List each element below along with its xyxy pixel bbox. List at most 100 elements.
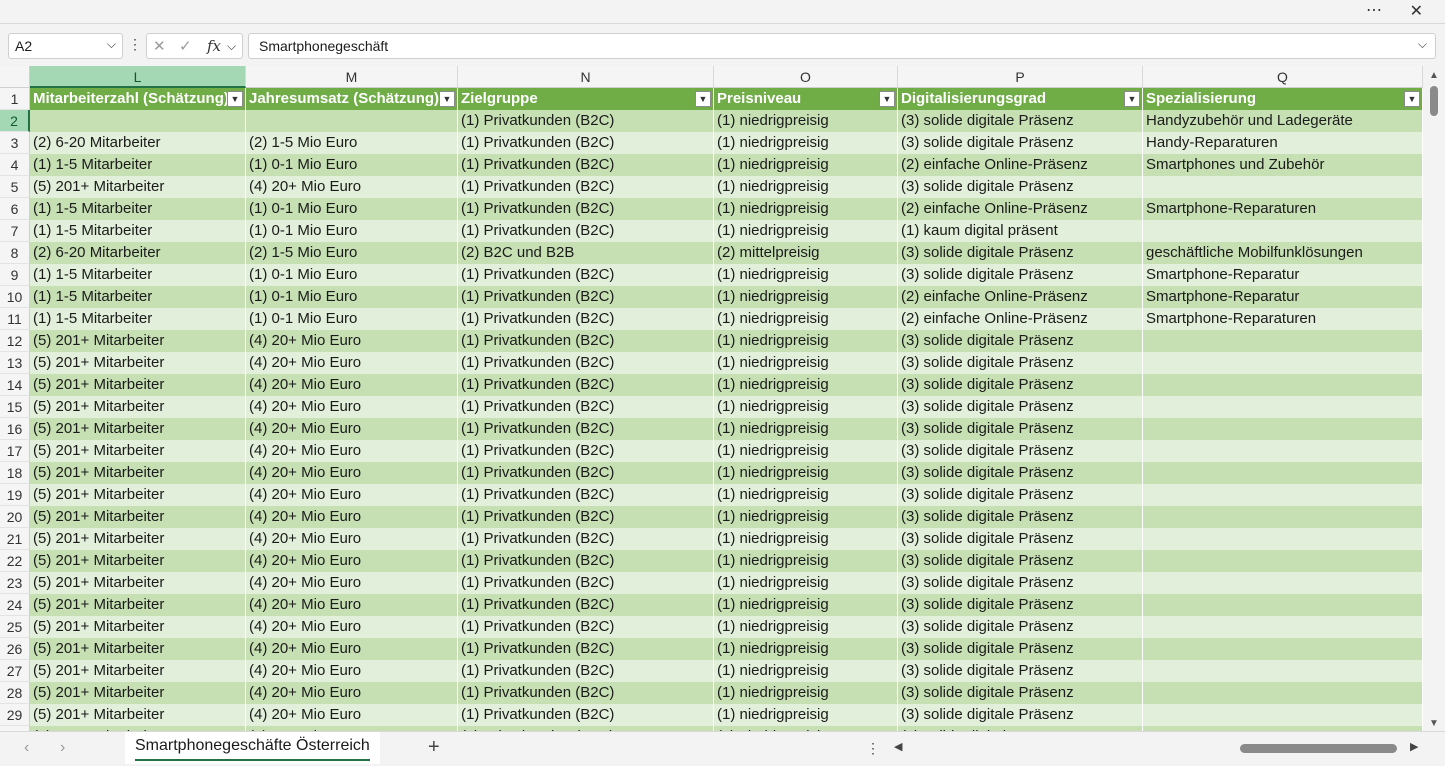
table-cell[interactable]: (1) 1-5 Mitarbeiter [30,198,246,220]
table-cell[interactable]: (5) 201+ Mitarbeiter [30,176,246,198]
table-cell[interactable]: (4) 20+ Mio Euro [246,660,458,682]
table-cell[interactable]: (1) Privatkunden (B2C) [458,462,714,484]
table-cell[interactable]: (2) einfache Online-Präsenz [898,154,1143,176]
filter-dropdown-icon[interactable]: ▼ [879,91,895,107]
select-all-corner[interactable] [0,66,30,88]
chevron-down-icon[interactable]: ⌵ [227,39,236,54]
column-header-q[interactable]: Q [1143,66,1423,88]
row-number[interactable]: 15 [0,396,30,418]
table-cell[interactable]: (1) niedrigpreisig [714,198,898,220]
table-cell[interactable] [1143,550,1423,572]
table-cell[interactable] [1143,528,1423,550]
table-cell[interactable] [1143,374,1423,396]
table-cell[interactable]: Handy-Reparaturen [1143,132,1423,154]
row-number[interactable]: 11 [0,308,30,330]
table-cell[interactable]: (5) 201+ Mitarbeiter [30,572,246,594]
table-cell[interactable]: (1) niedrigpreisig [714,528,898,550]
table-cell[interactable]: (1) Privatkunden (B2C) [458,594,714,616]
table-cell[interactable]: (5) 201+ Mitarbeiter [30,330,246,352]
row-number[interactable]: 14 [0,374,30,396]
table-cell[interactable]: (1) niedrigpreisig [714,352,898,374]
table-cell[interactable]: (1) Privatkunden (B2C) [458,330,714,352]
table-cell[interactable]: (1) Privatkunden (B2C) [458,660,714,682]
table-cell[interactable] [1143,506,1423,528]
row-number[interactable]: 9 [0,264,30,286]
table-cell[interactable]: (1) 1-5 Mitarbeiter [30,220,246,242]
enter-icon[interactable]: ✓ [179,37,192,55]
table-cell[interactable]: (2) B2C und B2B [458,242,714,264]
table-cell[interactable]: Handyzubehör und Ladegeräte [1143,110,1423,132]
column-header-m[interactable]: M [246,66,458,88]
table-cell[interactable]: (1) kaum digital präsent [898,220,1143,242]
table-cell[interactable]: (3) solide digitale Präsenz [898,638,1143,660]
table-cell[interactable]: (1) 0-1 Mio Euro [246,198,458,220]
table-cell[interactable]: (1) niedrigpreisig [714,704,898,726]
table-cell[interactable]: (1) Privatkunden (B2C) [458,704,714,726]
table-cell[interactable] [246,110,458,132]
table-cell[interactable]: (5) 201+ Mitarbeiter [30,352,246,374]
scroll-left-icon[interactable]: ◀ [894,740,902,753]
table-cell[interactable]: (5) 201+ Mitarbeiter [30,484,246,506]
table-cell[interactable] [1143,616,1423,638]
table-cell[interactable]: (1) niedrigpreisig [714,440,898,462]
table-cell[interactable] [1143,594,1423,616]
formula-input[interactable]: Smartphonegeschäft ⌵ [248,33,1436,59]
table-cell[interactable] [1143,418,1423,440]
table-cell[interactable]: (4) 20+ Mio Euro [246,682,458,704]
table-cell[interactable]: (3) solide digitale Präsenz [898,374,1143,396]
table-cell[interactable]: (4) 20+ Mio Euro [246,506,458,528]
table-cell[interactable]: (1) Privatkunden (B2C) [458,198,714,220]
row-number[interactable]: 13 [0,352,30,374]
table-cell[interactable]: (1) Privatkunden (B2C) [458,374,714,396]
table-cell[interactable] [1143,462,1423,484]
table-cell[interactable] [1143,220,1423,242]
table-cell[interactable] [1143,440,1423,462]
filter-dropdown-icon[interactable]: ▼ [695,91,711,107]
table-cell[interactable]: (3) solide digitale Präsenz [898,704,1143,726]
table-cell[interactable]: (1) niedrigpreisig [714,110,898,132]
table-cell[interactable]: (1) Privatkunden (B2C) [458,264,714,286]
table-cell[interactable]: (3) solide digitale Präsenz [898,396,1143,418]
table-header-cell[interactable]: Zielgruppe ▼ [458,88,714,110]
table-cell[interactable]: (1) 1-5 Mitarbeiter [30,264,246,286]
table-cell[interactable]: (2) einfache Online-Präsenz [898,286,1143,308]
add-sheet-icon[interactable]: + [428,736,440,759]
table-cell[interactable]: (2) einfache Online-Präsenz [898,198,1143,220]
table-cell[interactable]: (1) niedrigpreisig [714,506,898,528]
table-header-cell[interactable]: Mitarbeiterzahl (Schätzung) ▼ [30,88,246,110]
row-number[interactable]: 8 [0,242,30,264]
table-cell[interactable] [1143,352,1423,374]
row-number[interactable]: 22 [0,550,30,572]
row-number[interactable]: 29 [0,704,30,726]
row-number[interactable]: 3 [0,132,30,154]
filter-dropdown-icon[interactable]: ▼ [439,91,455,107]
table-cell[interactable]: (4) 20+ Mio Euro [246,440,458,462]
table-cell[interactable]: (1) niedrigpreisig [714,154,898,176]
close-icon[interactable]: ✕ [1410,1,1423,21]
table-cell[interactable]: (1) niedrigpreisig [714,176,898,198]
table-header-cell[interactable]: Spezialisierung ▼ [1143,88,1423,110]
row-number[interactable]: 4 [0,154,30,176]
table-cell[interactable]: Smartphone-Reparatur [1143,286,1423,308]
expand-formula-bar-icon[interactable]: ⌵ [1418,37,1427,52]
table-cell[interactable]: (3) solide digitale Präsenz [898,660,1143,682]
table-cell[interactable]: (1) Privatkunden (B2C) [458,440,714,462]
previous-sheet-icon[interactable]: ‹ [24,739,29,757]
table-cell[interactable]: (1) Privatkunden (B2C) [458,176,714,198]
table-cell[interactable]: (4) 20+ Mio Euro [246,396,458,418]
table-cell[interactable]: (1) niedrigpreisig [714,418,898,440]
column-header-p[interactable]: P [898,66,1143,88]
table-cell[interactable]: (5) 201+ Mitarbeiter [30,440,246,462]
scroll-down-icon[interactable]: ▼ [1429,718,1439,729]
table-cell[interactable]: (3) solide digitale Präsenz [898,242,1143,264]
table-cell[interactable]: (1) Privatkunden (B2C) [458,638,714,660]
table-cell[interactable] [1143,484,1423,506]
table-cell[interactable]: (1) 0-1 Mio Euro [246,308,458,330]
row-number[interactable]: 5 [0,176,30,198]
table-cell[interactable]: (4) 20+ Mio Euro [246,418,458,440]
table-cell[interactable]: (1) 0-1 Mio Euro [246,286,458,308]
table-cell[interactable]: Smartphone-Reparaturen [1143,198,1423,220]
table-cell[interactable]: (1) niedrigpreisig [714,462,898,484]
column-header-n[interactable]: N [458,66,714,88]
row-number[interactable]: 21 [0,528,30,550]
